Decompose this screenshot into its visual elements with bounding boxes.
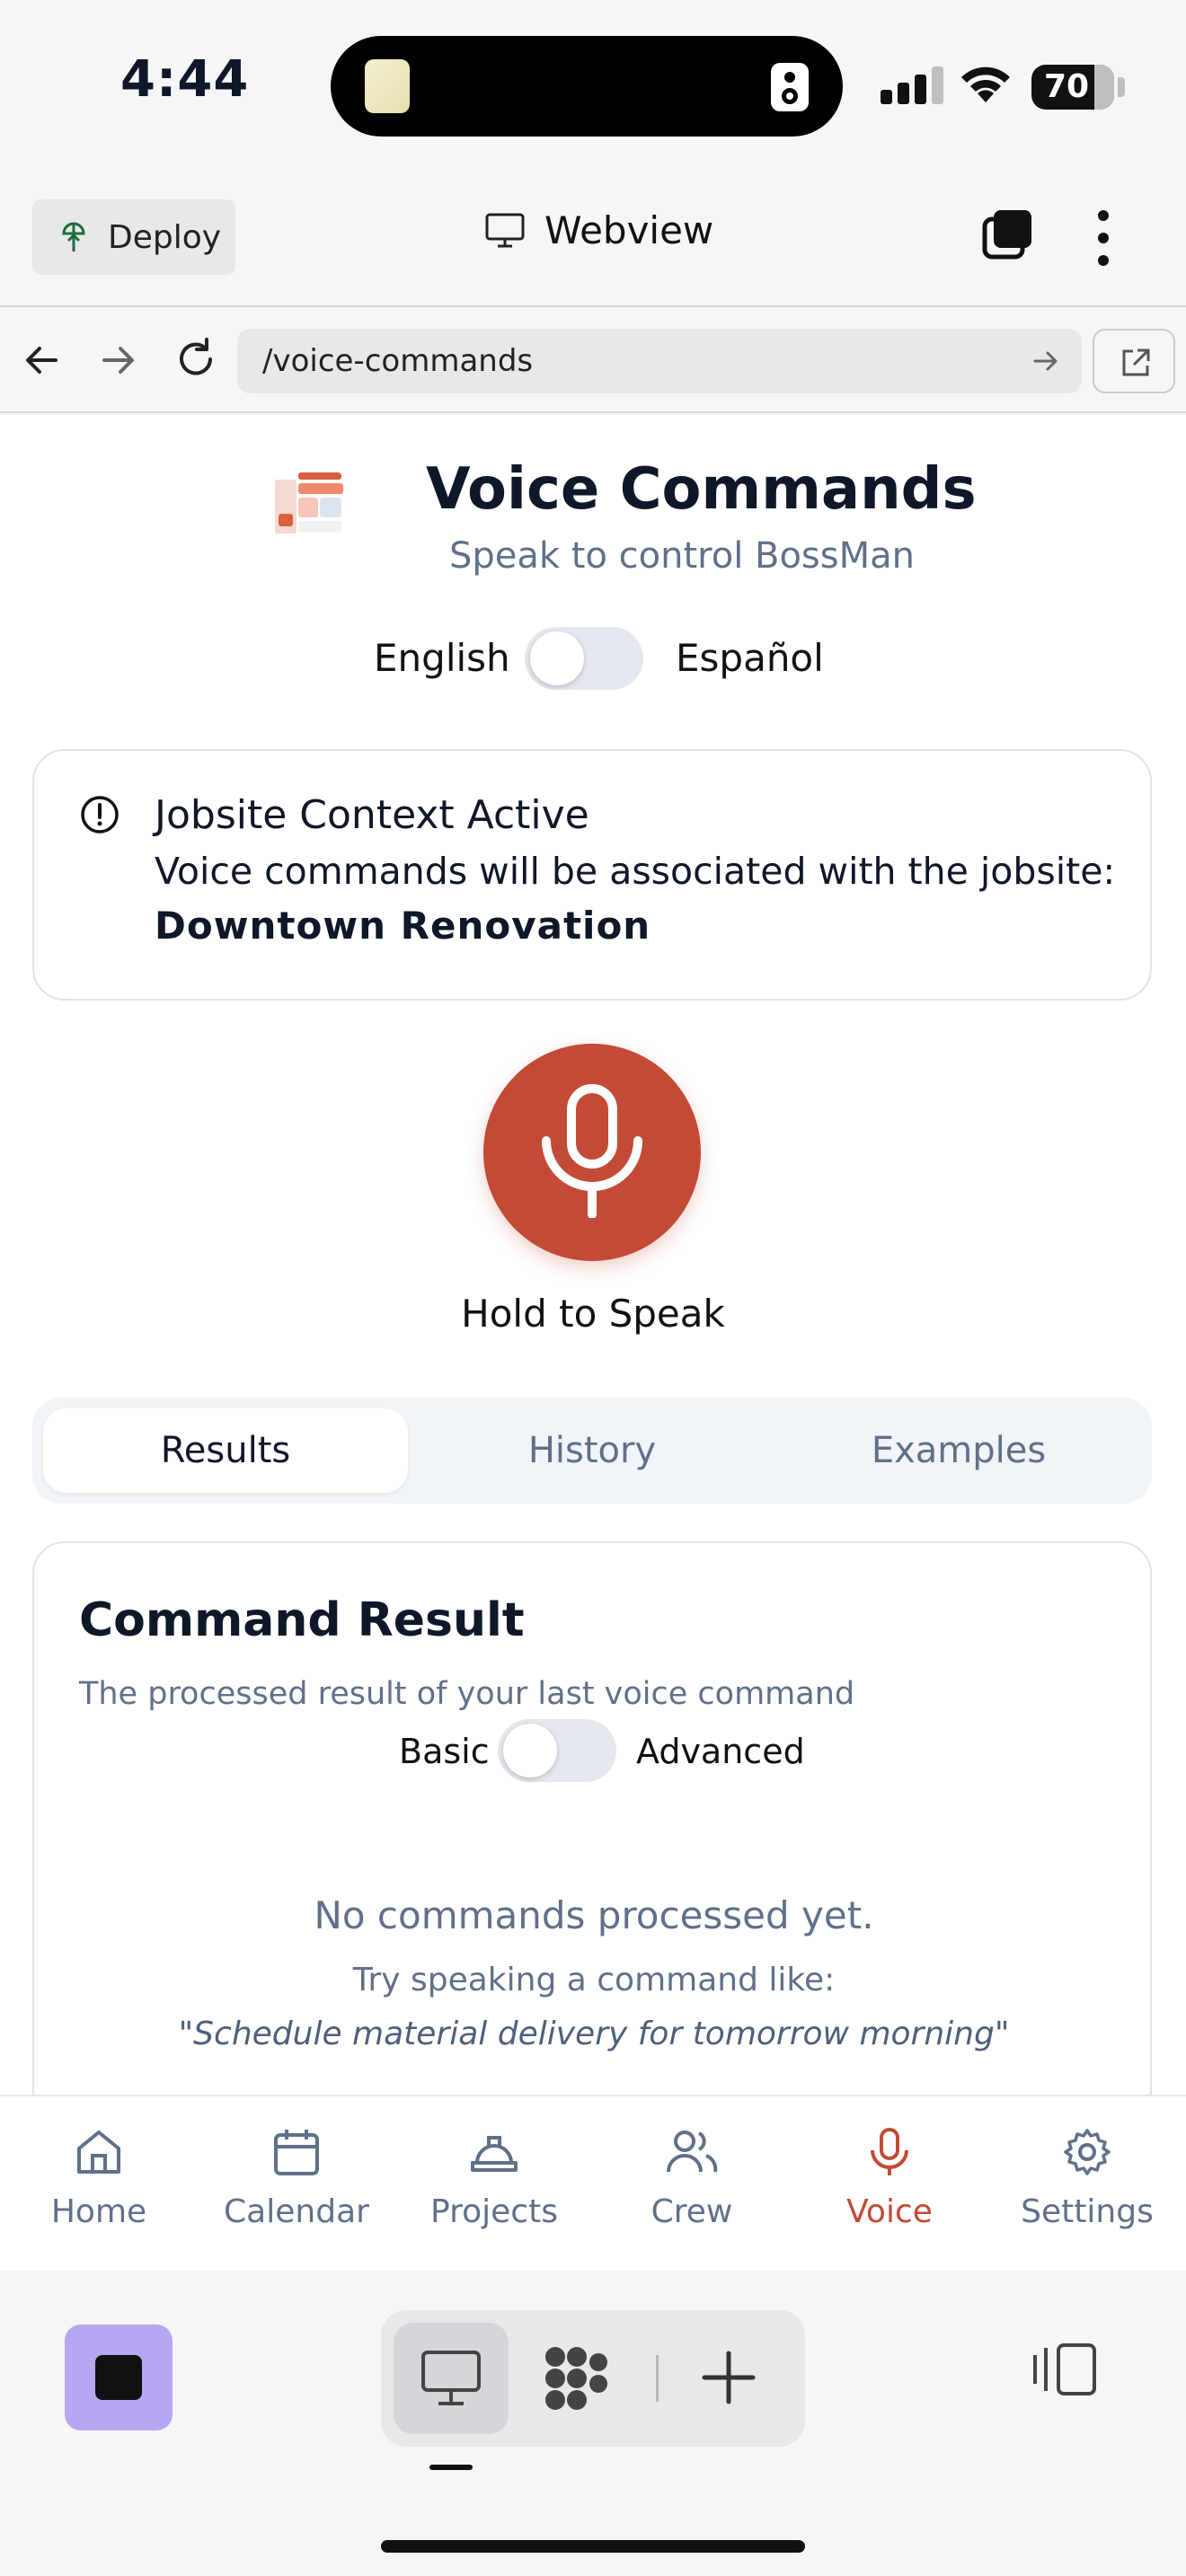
go-arrow-icon[interactable] [1031, 347, 1060, 375]
language-english-label: English [374, 636, 510, 680]
tab-history[interactable]: History [410, 1408, 774, 1493]
back-arrow-icon[interactable] [22, 340, 63, 381]
nav-crew-label: Crew [651, 2193, 733, 2230]
dynamic-island[interactable] [331, 36, 843, 137]
hold-to-speak-button[interactable] [483, 1044, 701, 1261]
page-subtitle: Speak to control BossMan [449, 535, 915, 577]
cellular-signal-icon [881, 65, 943, 104]
page-title: Voice Commands [426, 456, 977, 523]
context-body: Voice commands will be associated with t… [155, 850, 1116, 893]
command-result-description: The processed result of your last voice … [79, 1676, 855, 1712]
url-input[interactable]: /voice-commands [237, 329, 1082, 393]
now-playing-thumbnail [365, 59, 410, 113]
stop-icon [95, 2355, 142, 2400]
language-toggle-row: English Español [0, 627, 1186, 690]
nav-projects[interactable]: Projects [395, 2127, 593, 2230]
battery-level: 70 [1044, 68, 1090, 105]
add-tab-icon[interactable] [699, 2348, 758, 2407]
mic-icon [871, 2128, 908, 2175]
active-view-indicator [429, 2465, 473, 2470]
hold-to-speak-label: Hold to Speak [461, 1292, 725, 1336]
empty-state-title: No commands processed yet. [314, 1893, 874, 1937]
language-switch[interactable] [525, 627, 643, 690]
calendar-icon [274, 2130, 319, 2175]
nav-voice-label: Voice [846, 2193, 933, 2230]
monitor-icon [485, 213, 525, 247]
jobsite-context-alert: Jobsite Context Active Voice commands wi… [32, 749, 1152, 1001]
status-bar: 4:44 70 [0, 0, 1186, 171]
command-result-title: Command Result [79, 1593, 525, 1647]
mode-advanced-label: Advanced [636, 1732, 805, 1771]
tab-results[interactable]: Results [43, 1408, 408, 1493]
nav-settings-label: Settings [1021, 2193, 1154, 2230]
nav-voice[interactable]: Voice [791, 2127, 988, 2230]
more-options-icon[interactable] [1093, 208, 1114, 268]
mode-basic-label: Basic [399, 1732, 490, 1771]
nav-crew[interactable]: Crew [593, 2127, 791, 2230]
webview-label: Webview [544, 208, 714, 252]
context-title: Jobsite Context Active [155, 792, 589, 838]
command-result-card: Command Result The processed result of y… [32, 1541, 1152, 2095]
nav-home[interactable]: Home [0, 2127, 198, 2230]
speaker-icon [771, 63, 809, 111]
split-view-icon[interactable] [1031, 2342, 1098, 2396]
webview-title: Webview [485, 208, 713, 252]
reload-icon[interactable] [173, 336, 219, 383]
nav-calendar[interactable]: Calendar [198, 2127, 395, 2230]
nav-projects-label: Projects [430, 2193, 558, 2230]
view-switcher [381, 2310, 805, 2447]
desktop-view-button[interactable] [394, 2323, 509, 2434]
stop-button[interactable] [65, 2325, 173, 2430]
apps-grid-icon[interactable] [541, 2344, 613, 2413]
battery-nub [1118, 77, 1125, 97]
hard-hat-icon [471, 2136, 518, 2172]
home-indicator[interactable] [381, 2540, 805, 2553]
empty-state-example: "Schedule material delivery for tomorrow… [178, 2016, 1010, 2052]
external-link-icon [1122, 348, 1150, 376]
empty-state-hint: Try speaking a command like: [352, 1962, 836, 1998]
deploy-label: Deploy [108, 218, 222, 256]
deploy-button[interactable]: Deploy [32, 199, 235, 275]
forward-arrow-icon[interactable] [97, 340, 138, 381]
app-header: Deploy Webview [0, 171, 1186, 305]
battery-indicator: 70 [1031, 65, 1114, 110]
nav-home-label: Home [50, 2193, 147, 2230]
users-icon [667, 2130, 718, 2173]
wifi-icon [961, 66, 1010, 102]
home-icon [77, 2130, 120, 2174]
result-mode-switch[interactable] [498, 1719, 616, 1782]
nav-settings[interactable]: Settings [988, 2127, 1186, 2230]
tab-examples[interactable]: Examples [776, 1408, 1141, 1493]
browser-toolbar [0, 2271, 1186, 2576]
microphone-icon [542, 1084, 642, 1218]
monitor-icon [421, 2351, 481, 2405]
alert-circle-icon [81, 796, 119, 834]
app-logo [261, 460, 354, 553]
result-tabs: Results History Examples [32, 1398, 1152, 1504]
toolbar-divider [656, 2355, 659, 2402]
nav-calendar-label: Calendar [224, 2193, 369, 2230]
url-bar-row: /voice-commands [0, 305, 1186, 413]
bottom-navigation: Home Calendar Projects Crew Voice Settin… [0, 2095, 1186, 2271]
gear-icon [1064, 2129, 1111, 2175]
language-spanish-label: Español [676, 636, 824, 680]
tabs-icon[interactable] [979, 205, 1037, 262]
open-external-button[interactable] [1093, 329, 1175, 393]
deploy-icon [62, 222, 85, 251]
context-jobsite-name: Downtown Renovation [155, 904, 651, 948]
webview-page: Voice Commands Speak to control BossMan … [0, 415, 1186, 2095]
status-time: 4:44 [120, 50, 250, 109]
